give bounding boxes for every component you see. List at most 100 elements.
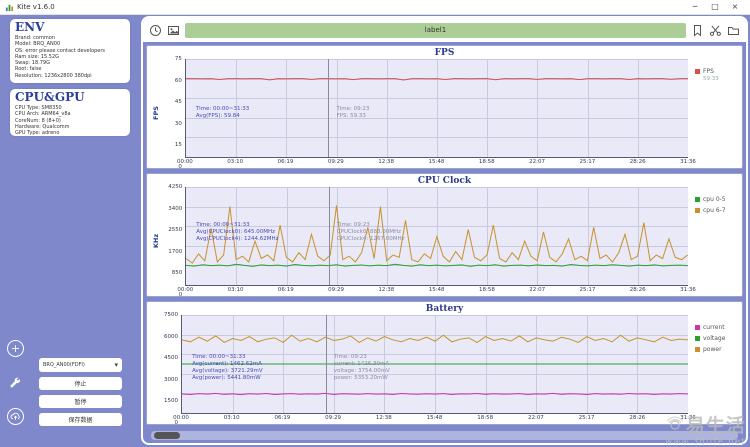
plot-area[interactable]: Time: 00:00~31:33 Avg(current): 1462.62mA… [181, 315, 688, 414]
history-icon [150, 24, 161, 36]
x-axis-ticks: 00:00 03:10 06:19 09:29 12:38 15:48 18:58 22:07… [173, 414, 696, 423]
scrollbar-handle[interactable] [154, 432, 180, 439]
env-card-title: ENV [15, 20, 45, 34]
history-button[interactable] [149, 24, 162, 37]
maximize-button[interactable]: □ [705, 0, 725, 14]
env-card-lines: Brand: common Model: BRQ_AN00 OS: error pl… [15, 35, 125, 79]
app-logo-icon [5, 3, 14, 12]
window-controls: ─ □ × [685, 0, 745, 14]
y-tick-label: 4500 [164, 355, 178, 362]
open-folder-button[interactable] [727, 24, 740, 37]
bookmark-button[interactable] [691, 24, 704, 37]
x-tick-label: 06:19 [277, 287, 294, 293]
x-tick-label: 00:00 [176, 159, 193, 165]
cut-button[interactable] [709, 24, 722, 37]
device-select[interactable]: BRQ_AN00(FDFI) ▾ [39, 358, 122, 372]
close-button[interactable]: × [725, 0, 745, 14]
x-tick-label: 28:26 [629, 415, 646, 421]
info-line: GPU Type: adreno [15, 130, 60, 137]
x-tick-label: 09:29 [328, 287, 345, 293]
folder-icon [728, 26, 739, 35]
legend-label: cpu 6-7 [703, 207, 726, 214]
x-tick-label: 22:07 [527, 415, 544, 421]
x-tick-label: 03:10 [223, 415, 240, 421]
series-line-current [182, 393, 688, 394]
legend-item: power [695, 346, 740, 353]
charts-area: FPS FPS 75 60 45 30 15 0 Time: 00:00~31:33 Avg… [143, 42, 746, 443]
legend-swatch-icon [695, 325, 700, 330]
add-button[interactable]: + [7, 340, 24, 357]
toolbar: label1 [143, 18, 746, 42]
x-tick-label: 28:26 [629, 159, 646, 165]
x-tick-label: 15:48 [426, 415, 443, 421]
minimize-button[interactable]: ─ [685, 0, 705, 14]
y-tick-label: 30 [174, 120, 182, 127]
legend-swatch-icon [695, 69, 700, 74]
x-tick-label: 15:48 [428, 287, 445, 293]
tools-button[interactable] [7, 374, 24, 391]
x-tick-label: 31:36 [680, 287, 696, 293]
legend-value: 59.33 [703, 76, 719, 82]
x-tick-label: 12:38 [378, 287, 395, 293]
scissors-icon [709, 24, 721, 36]
chevron-down-icon: ▾ [114, 361, 118, 369]
y-tick-label: 60 [174, 77, 182, 84]
x-tick-label: 18:58 [478, 287, 495, 293]
cursor-line [325, 315, 327, 413]
y-tick-label: 1700 [168, 248, 183, 255]
chart-legend: current voltage power [688, 315, 740, 423]
x-tick-label: 03:10 [227, 287, 244, 293]
chart-title: CPU Clock [417, 176, 472, 186]
info-line: Resolution: 1236x2800 380dpi [15, 72, 92, 79]
label-bar[interactable]: label1 [185, 22, 686, 38]
x-tick-label: 25:17 [578, 415, 595, 421]
legend-item: cpu 0-5 [695, 196, 740, 203]
x-tick-label: 31:36 [680, 159, 696, 165]
save-data-button[interactable]: 保存数据 [39, 413, 122, 426]
chart-legend: cpu 0-5 cpu 6-7 [688, 187, 740, 295]
chart-title: FPS [434, 48, 455, 58]
control-stack: BRQ_AN00(FDFI) ▾ 停止 暂停 保存数据 [39, 358, 122, 426]
x-tick-label: 18:58 [477, 415, 494, 421]
y-axis-label: FPS [151, 106, 160, 120]
pause-button[interactable]: 暂停 [39, 395, 122, 408]
env-card: ENV Brand: common Model: BRQ_AN00 OS: erro… [10, 19, 130, 83]
y-tick-label: 4250 [168, 184, 183, 190]
legend-item: current [695, 324, 740, 331]
scrollbar-track[interactable] [151, 431, 738, 440]
stop-button[interactable]: 停止 [39, 377, 122, 390]
screenshot-button[interactable] [167, 24, 180, 37]
y-tick-label: 75 [174, 56, 182, 62]
x-axis-ticks: 00:00 03:10 06:19 09:29 12:38 15:48 18:58 22:07… [177, 158, 696, 167]
x-tick-label: 25:17 [579, 287, 596, 293]
battery-chart-panel: Battery 7500 6000 4500 3000 1500 0 Time: 00:0… [146, 301, 743, 426]
y-axis-ticks: 7500 6000 4500 3000 1500 0 [159, 312, 181, 426]
x-tick-label: 09:29 [325, 415, 342, 421]
legend-label: cpu 0-5 [703, 196, 726, 203]
y-tick-label: 7500 [164, 312, 178, 318]
legend-label: current [703, 324, 725, 331]
plot-area[interactable]: Time: 00:00~31:33 Avg(CPUClock0): 645.00M… [185, 187, 688, 286]
x-tick-label: 15:48 [428, 159, 445, 165]
x-tick-label: 22:07 [529, 159, 545, 165]
legend-swatch-icon [695, 347, 700, 352]
window-title: Kite v1.6.0 [17, 3, 55, 11]
legend-label: power [703, 346, 722, 353]
series-line-FPS [186, 79, 688, 80]
x-axis-ticks: 00:00 03:10 06:19 09:29 12:38 15:48 18:58 22:07… [177, 286, 696, 295]
y-axis-ticks: 4250 3400 2550 1700 850 0 [163, 184, 185, 298]
upload-button[interactable] [7, 408, 24, 425]
cpugpu-card: CPU&GPU CPU Type: SM8350 CPU Arch: ARM64_… [10, 89, 130, 136]
x-tick-label: 25:17 [579, 159, 596, 165]
y-tick-label: 15 [174, 142, 182, 149]
plot-area[interactable]: Time: 00:00~31:33 Avg(FPS): 59.84 Time: 09… [184, 59, 688, 158]
legend-item: voltage [695, 335, 740, 342]
fab-column: + [7, 340, 24, 425]
horizontal-scrollbar[interactable] [151, 431, 738, 440]
y-tick-label: 45 [174, 99, 182, 106]
legend-item: FPS [695, 68, 740, 75]
x-tick-label: 12:38 [375, 415, 392, 421]
y-tick-label: 850 [171, 270, 183, 277]
fps-chart-panel: FPS FPS 75 60 45 30 15 0 Time: 00:00~31:33 Avg… [146, 45, 743, 170]
chart-title: Battery [425, 304, 464, 314]
